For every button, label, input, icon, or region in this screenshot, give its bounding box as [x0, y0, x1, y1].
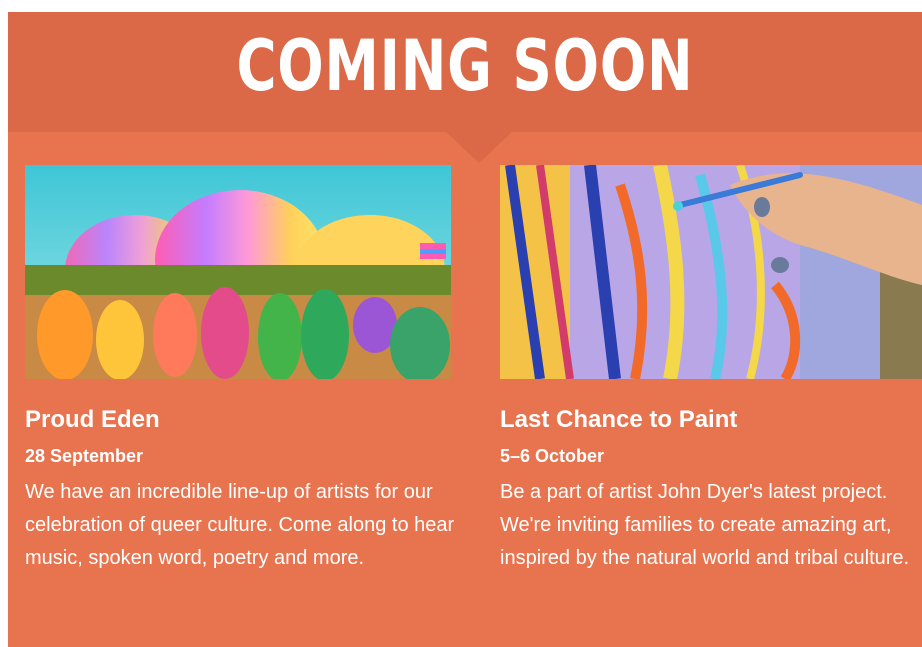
event-title[interactable]: Last Chance to Paint [500, 405, 922, 435]
event-card-last-chance-to-paint[interactable]: Last Chance to Paint 5–6 October Be a pa… [500, 165, 922, 575]
banner-notch [445, 131, 513, 163]
event-description: We have an incredible line-up of artists… [25, 481, 455, 569]
event-title[interactable]: Proud Eden [25, 405, 451, 435]
left-margin [0, 0, 8, 647]
top-margin [0, 0, 922, 12]
event-date: 5–6 October [500, 446, 605, 466]
hand-painting-canvas-image[interactable] [500, 165, 922, 379]
email-page: COMING SOON Proud Eden 28 September We h… [0, 0, 922, 647]
banner-title: COMING SOON [236, 25, 694, 107]
event-card-proud-eden[interactable]: Proud Eden 28 September We have an incre… [25, 165, 454, 575]
rainbow-domes-crowd-image[interactable] [25, 165, 451, 379]
event-date: 28 September [25, 446, 144, 466]
event-description: Be a part of artist John Dyer's latest p… [500, 481, 910, 569]
